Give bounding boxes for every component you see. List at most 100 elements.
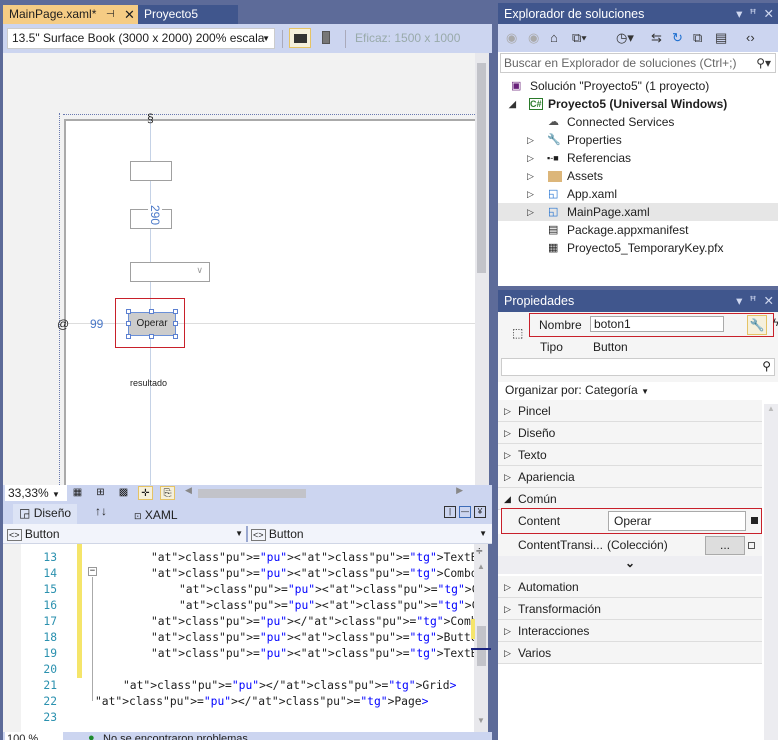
portrait-button[interactable] <box>316 28 336 48</box>
category-interacciones[interactable]: ▷ Interacciones <box>498 620 762 642</box>
tree-item-package-manifest[interactable]: ▤ Package.appxmanifest <box>498 221 778 239</box>
solution-search-input[interactable]: Buscar en Explorador de soluciones (Ctrl… <box>500 53 776 73</box>
tree-item-temporary-key[interactable]: ▦ Proyecto5_TemporaryKey.pfx <box>498 239 778 257</box>
tab-mainpage-xaml[interactable]: MainPage.xaml* ⊣ ✕ <box>3 5 138 24</box>
dropdown-icon[interactable]: ▾ <box>736 7 742 21</box>
events-lightning-icon[interactable]: ϟ <box>773 317 778 329</box>
collection-editor-button[interactable]: ... <box>705 536 745 555</box>
category-transformacion[interactable]: ▷ Transformación <box>498 598 762 620</box>
show-advanced-chevron[interactable]: ⌄ <box>498 556 762 574</box>
combobox-combo1[interactable]: ∨ <box>130 262 210 282</box>
category-comun[interactable]: ◢ Común <box>498 488 762 510</box>
content-input[interactable]: Operar <box>608 511 746 531</box>
tree-item-assets[interactable]: ▷ Assets <box>498 167 778 185</box>
category-diseno[interactable]: ▷ Diseño <box>498 422 762 444</box>
show-all-files-icon[interactable]: ▤ <box>715 30 727 46</box>
scroll-right-icon[interactable]: ▶ <box>456 485 463 496</box>
resize-handle[interactable] <box>149 334 154 339</box>
editor-zoom-select[interactable]: 100 % <box>5 732 63 740</box>
tree-item-project[interactable]: ◢ C# Proyecto5 (Universal Windows) <box>498 95 778 113</box>
resize-handle[interactable] <box>126 321 131 326</box>
category-pincel[interactable]: ▷ Pincel <box>498 400 762 422</box>
close-icon[interactable]: ✕ <box>764 294 774 308</box>
sync-icon[interactable]: ⇆ <box>651 30 662 46</box>
close-icon[interactable]: ✕ <box>124 5 135 24</box>
project-code-icon[interactable]: ⎘ <box>160 486 175 500</box>
collapse-all-icon[interactable]: ⧉ <box>693 30 702 46</box>
xaml-code-editor[interactable]: − 13 "at">class"pu">="pu"><"at">class"pu"… <box>3 544 474 732</box>
code-vertical-scrollbar[interactable]: ÷ ▲ ▼ <box>471 544 491 732</box>
tab-design[interactable]: ◲ Diseño <box>13 504 78 524</box>
code-line[interactable]: "at">class"pu">="pu"><"at">class"pu">="t… <box>151 567 474 580</box>
anchor-top-icon[interactable]: § <box>147 111 154 125</box>
button-boton1[interactable]: Operar <box>128 312 176 336</box>
properties-scrollbar[interactable]: ▲ <box>764 404 778 740</box>
scrollbar-thumb[interactable] <box>477 63 486 273</box>
tree-item-app-xaml[interactable]: ▷ ◱ App.xaml <box>498 185 778 203</box>
pin-icon[interactable]: ⊣ <box>106 5 115 24</box>
back-icon[interactable]: ◉ <box>506 30 517 46</box>
pending-changes-icon[interactable]: ◷▾ <box>616 30 634 46</box>
design-canvas[interactable]: § @ 290 ∨ 99 Operar resultado <box>3 53 475 485</box>
code-line[interactable]: "at">class"pu">="pu"><"at">class"pu">="t… <box>179 583 474 596</box>
swap-panes-button[interactable]: ↑↓ <box>95 504 107 518</box>
resize-handle[interactable] <box>149 309 154 314</box>
design-horizontal-scrollbar[interactable]: ◀ ▶ <box>183 485 463 499</box>
scroll-up-icon[interactable]: ▲ <box>767 404 775 413</box>
design-vertical-scrollbar[interactable] <box>475 53 489 485</box>
pin-icon[interactable]: ꟸ <box>749 294 756 308</box>
tree-item-properties[interactable]: ▷ 🔧 Properties <box>498 131 778 149</box>
snap-grid-icon[interactable]: ⊞ <box>93 486 108 500</box>
tree-item-referencias[interactable]: ▷ ▪-■ Referencias <box>498 149 778 167</box>
vertical-split-icon[interactable]: | <box>444 506 456 518</box>
forward-icon[interactable]: ◉ <box>528 30 539 46</box>
issues-status[interactable]: No se encontraron problemas <box>103 732 248 740</box>
code-line[interactable]: "at">class"pu">="pu"></"at">class"pu">="… <box>151 615 474 628</box>
tab-xaml[interactable]: ⊡ XAML <box>128 506 184 524</box>
snap-lines-icon[interactable]: ✛ <box>138 486 153 500</box>
member-nav-select[interactable]: <> Button ▼ <box>251 526 487 542</box>
collapsed-icon[interactable]: ▷ <box>527 185 534 203</box>
code-line[interactable]: "at">class"pu">="pu"><"at">class"pu">="t… <box>151 647 474 660</box>
category-varios[interactable]: ▷ Varios <box>498 642 762 664</box>
category-automation[interactable]: ▷ Automation <box>498 576 762 598</box>
search-icon[interactable]: ⚲▾ <box>756 54 771 72</box>
category-apariencia[interactable]: ▷ Apariencia <box>498 466 762 488</box>
collapsed-icon[interactable]: ▷ <box>527 203 534 221</box>
pin-icon[interactable]: ꟸ <box>749 7 756 21</box>
tree-item-solution[interactable]: ▣ Solución "Proyecto5" (1 proyecto) <box>498 77 778 95</box>
home-icon[interactable]: ⌂ <box>550 30 558 45</box>
tree-item-mainpage-xaml[interactable]: ▷ ◱ MainPage.xaml <box>498 203 778 221</box>
dropdown-icon[interactable]: ▾ <box>736 294 742 308</box>
properties-search-input[interactable]: ⚲ <box>501 358 775 376</box>
tab-proyecto5[interactable]: Proyecto5 <box>138 5 238 24</box>
collapse-icon[interactable]: − <box>88 567 97 576</box>
code-line[interactable]: "at">class"pu">="pu"><"at">class"pu">="t… <box>151 551 474 564</box>
resize-handle[interactable] <box>173 334 178 339</box>
zoom-select[interactable]: 33,33% ▼ <box>5 485 67 501</box>
horizontal-split-icon[interactable]: — <box>459 506 471 518</box>
name-input[interactable]: boton1 <box>590 316 724 332</box>
switch-views-icon[interactable]: ⧉▾ <box>572 30 587 46</box>
collapse-pane-icon[interactable]: ¥ <box>474 506 486 518</box>
textbox-text1[interactable] <box>130 161 172 181</box>
refresh-icon[interactable]: ↻ <box>672 30 683 46</box>
resize-handle[interactable] <box>173 309 178 314</box>
split-editor-icon[interactable]: ÷ <box>476 544 483 558</box>
properties-wrench-button[interactable]: 🔧 <box>747 315 767 335</box>
resize-handle[interactable] <box>126 309 131 314</box>
anchor-left-icon[interactable]: @ <box>57 317 69 331</box>
resize-handle[interactable] <box>126 334 131 339</box>
resize-handle[interactable] <box>173 321 178 326</box>
scroll-left-icon[interactable]: ◀ <box>185 485 192 496</box>
tree-item-connected-services[interactable]: ☁ Connected Services <box>498 113 778 131</box>
code-line[interactable]: "at">class"pu">="pu"></"at">class"pu">="… <box>123 679 456 692</box>
type-nav-select[interactable]: <> Button ▼ <box>7 526 243 542</box>
expanded-icon[interactable]: ◢ <box>509 95 516 113</box>
code-line[interactable]: "at">class"pu">="pu"><"at">class"pu">="t… <box>179 599 474 612</box>
close-icon[interactable]: ✕ <box>764 7 774 21</box>
search-icon[interactable]: ⚲ <box>762 359 771 373</box>
scrollbar-thumb[interactable] <box>477 626 486 666</box>
code-view-icon[interactable]: ‹› <box>746 30 755 45</box>
collapsed-icon[interactable]: ▷ <box>527 149 534 167</box>
